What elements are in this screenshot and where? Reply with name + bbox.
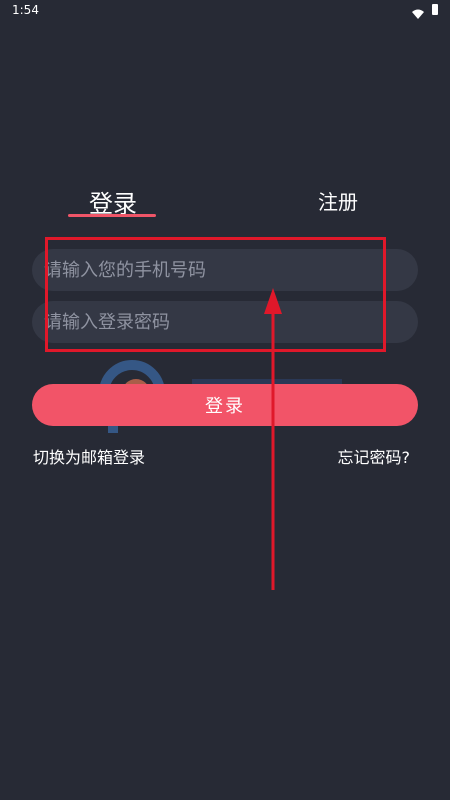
status-time: 1:54	[12, 3, 39, 17]
wifi-icon	[412, 4, 424, 23]
switch-to-email-login-link[interactable]: 切换为邮箱登录	[33, 444, 145, 468]
forgot-password-link[interactable]: 忘记密码?	[338, 444, 411, 468]
tab-register[interactable]: 注册	[300, 186, 376, 215]
active-tab-indicator	[68, 214, 156, 217]
login-button[interactable]: 登录	[32, 384, 418, 426]
annotation-arrow-icon	[262, 288, 284, 597]
annotation-highlight-box	[45, 237, 386, 352]
status-bar: 1:54	[0, 0, 450, 22]
battery-icon	[432, 4, 438, 15]
